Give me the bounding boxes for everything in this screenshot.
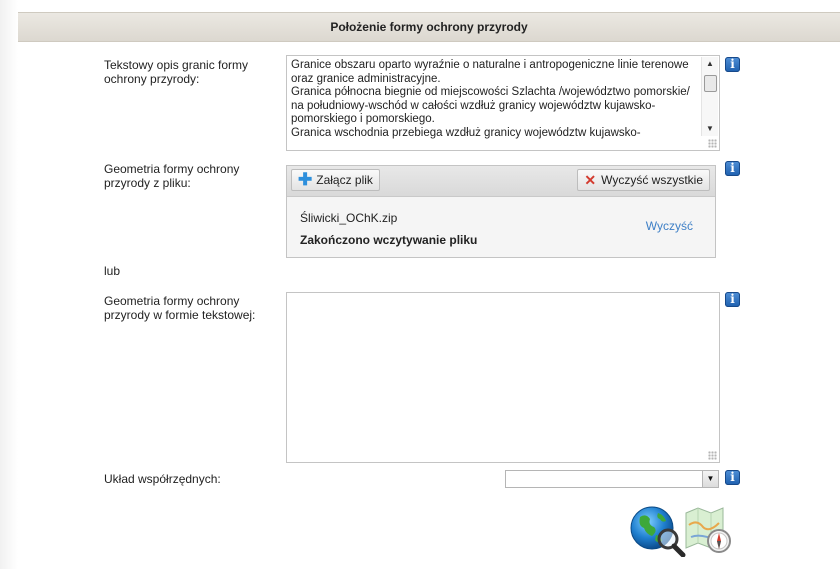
scroll-thumb[interactable] bbox=[704, 75, 717, 92]
clear-all-button[interactable]: ✕ Wyczyść wszystkie bbox=[577, 169, 710, 191]
coordinate-system-label: Układ współrzędnych: bbox=[104, 472, 221, 486]
scroll-down-icon[interactable]: ▼ bbox=[702, 122, 718, 136]
geometry-text-label: Geometria formy ochrony przyrody w formi… bbox=[104, 294, 256, 322]
coordinate-system-select[interactable]: ▼ bbox=[505, 470, 719, 488]
plus-icon: ✚ bbox=[298, 170, 313, 189]
resize-grip-icon[interactable] bbox=[708, 139, 717, 148]
info-icon[interactable]: i bbox=[725, 161, 740, 176]
info-icon[interactable]: i bbox=[725, 57, 740, 72]
map-compass-icon[interactable] bbox=[683, 505, 733, 555]
geometry-text-value bbox=[291, 296, 693, 460]
upload-toolbar: ✚ Załącz plik ✕ Wyczyść wszystkie bbox=[287, 166, 715, 197]
boundary-description-label: Tekstowy opis granic formy ochrony przyr… bbox=[104, 58, 249, 86]
file-upload-panel: ✚ Załącz plik ✕ Wyczyść wszystkie Śliwic… bbox=[286, 165, 716, 258]
resize-grip-icon[interactable] bbox=[708, 451, 717, 460]
section-title: Położenie formy ochrony przyrody bbox=[330, 20, 528, 34]
info-icon[interactable]: i bbox=[725, 292, 740, 307]
section-header: Położenie formy ochrony przyrody bbox=[18, 12, 840, 42]
boundary-description-textarea[interactable]: Granice obszaru oparto wyraźnie o natura… bbox=[286, 55, 720, 151]
clear-file-link[interactable]: Wyczyść bbox=[646, 219, 693, 233]
attach-file-label: Załącz plik bbox=[316, 173, 373, 187]
uploaded-file-name: Śliwicki_OChK.zip bbox=[300, 211, 398, 225]
geometry-file-label: Geometria formy ochrony przyrody z pliku… bbox=[104, 162, 240, 190]
scroll-up-icon[interactable]: ▲ bbox=[702, 57, 718, 71]
boundary-description-text: Granice obszaru oparto wyraźnie o natura… bbox=[291, 59, 690, 139]
frame-edge bbox=[0, 0, 18, 569]
or-label: lub bbox=[104, 264, 121, 278]
geometry-text-textarea[interactable] bbox=[286, 292, 720, 463]
upload-status: Zakończono wczytywanie pliku bbox=[300, 233, 478, 247]
chevron-down-icon[interactable]: ▼ bbox=[702, 471, 718, 487]
globe-search-icon[interactable] bbox=[628, 503, 688, 557]
info-icon[interactable]: i bbox=[725, 470, 740, 485]
close-icon: ✕ bbox=[584, 171, 597, 188]
attach-file-button[interactable]: ✚ Załącz plik bbox=[291, 169, 380, 191]
clear-all-label: Wyczyść wszystkie bbox=[601, 173, 703, 187]
textarea-scrollbar[interactable]: ▲ ▼ bbox=[701, 57, 718, 136]
